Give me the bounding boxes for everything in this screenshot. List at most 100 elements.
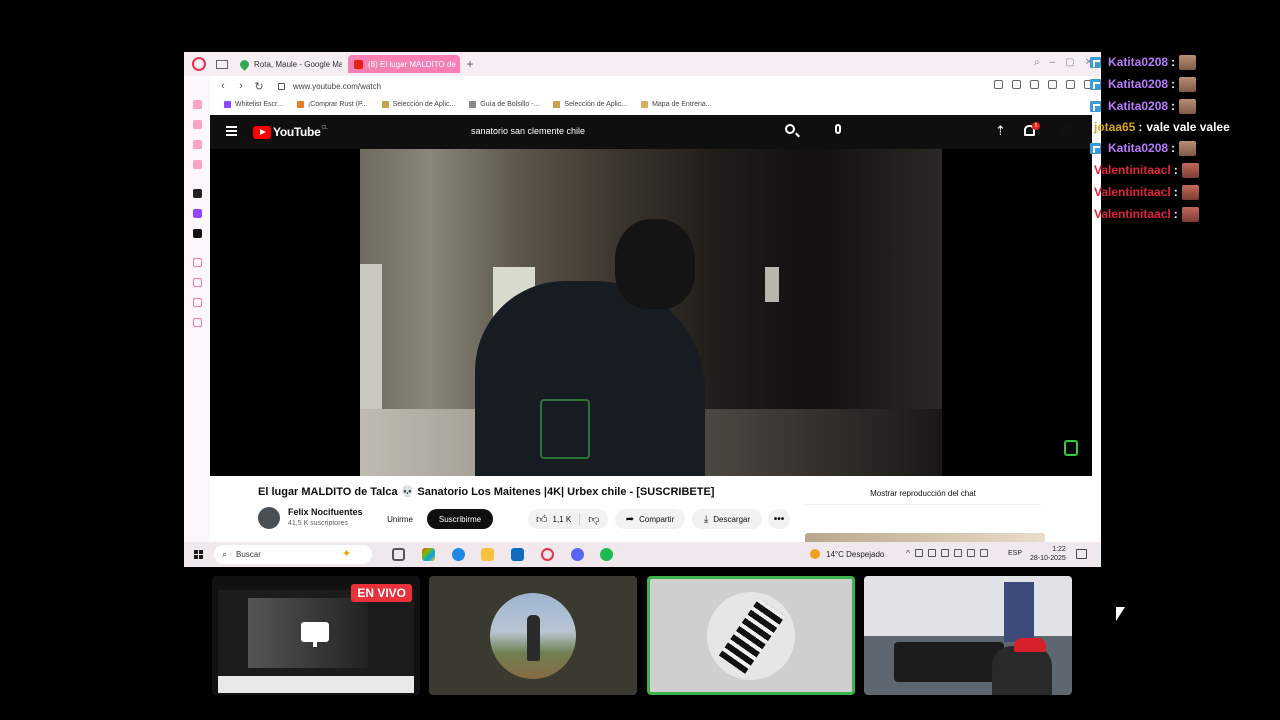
outlook-icon[interactable] <box>511 548 524 561</box>
settings-icon[interactable] <box>193 318 202 327</box>
new-tab-button[interactable]: + <box>464 58 476 70</box>
twitch-icon[interactable] <box>193 209 202 218</box>
windows-start-icon[interactable] <box>194 550 203 559</box>
browser-window: Rota, Maule - Google Ma (8) El lugar MAL… <box>184 52 1101 567</box>
like-count[interactable]: 1,1 K <box>553 515 572 524</box>
lock-icon[interactable] <box>278 82 285 90</box>
edge-icon[interactable] <box>452 548 465 561</box>
video-player[interactable] <box>210 149 1092 476</box>
prime-badge-icon <box>1090 56 1101 68</box>
bag-icon[interactable] <box>193 120 202 129</box>
upload-icon[interactable]: ⇡ <box>995 124 1007 138</box>
red-face-emote-icon <box>1181 162 1199 178</box>
bookmark-item[interactable]: Guía de Bolsillo -... <box>469 100 539 108</box>
scene-card-photo[interactable] <box>429 576 637 695</box>
task-view-icon[interactable] <box>392 548 405 561</box>
video-window <box>765 267 779 302</box>
forward-icon[interactable]: › <box>236 80 246 92</box>
more-actions-button[interactable]: ••• <box>768 509 790 529</box>
snapshot-icon[interactable] <box>1012 80 1021 89</box>
weather-widget[interactable]: 14°C Despejado <box>810 549 884 559</box>
back-icon[interactable]: ‹ <box>218 80 228 92</box>
aria-icon[interactable] <box>193 100 202 109</box>
search-tabs-icon[interactable]: ⌕ <box>1034 57 1040 68</box>
opera-icon[interactable] <box>541 548 554 561</box>
chat-username: Valentinitaacl <box>1094 185 1171 199</box>
share-button[interactable]: ➦ Compartir <box>615 509 685 529</box>
favorites-icon[interactable] <box>1066 80 1075 89</box>
microphone-icon[interactable] <box>927 549 936 557</box>
dislike-icon[interactable]: 👎︎ <box>588 513 599 526</box>
recommended-video-thumbnail[interactable] <box>805 533 1045 542</box>
spotify-icon[interactable] <box>600 548 613 561</box>
volume-icon[interactable] <box>966 549 975 557</box>
reload-icon[interactable]: ↻ <box>254 80 264 93</box>
scene-card-live[interactable]: EN VIVO <box>212 576 420 695</box>
download-icon: ⤓ <box>703 513 709 525</box>
extensions-icon[interactable] <box>1030 80 1039 89</box>
minimize-button[interactable]: – <box>1050 57 1056 68</box>
tab-label: (8) El lugar MALDITO de <box>368 59 456 69</box>
wifi-icon[interactable] <box>979 549 988 557</box>
tab-google-maps[interactable]: Rota, Maule - Google Ma <box>234 55 342 73</box>
tab-youtube[interactable]: (8) El lugar MALDITO de <box>348 55 460 73</box>
bookmark-item[interactable]: Mapa de Entrena... <box>641 100 712 108</box>
discord-icon[interactable] <box>571 548 584 561</box>
chat-username: Katita0208 <box>1108 99 1169 113</box>
share-icon: ➦ <box>625 513 635 525</box>
language-indicator[interactable]: ESP <box>1008 550 1022 557</box>
notification-center-icon[interactable] <box>1076 549 1087 559</box>
player-icon[interactable] <box>193 258 202 267</box>
microphone-icon[interactable] <box>835 124 841 134</box>
channel-name[interactable]: Felix Nocifuentes <box>288 507 363 517</box>
bookmark-item[interactable]: Whitelist Escr... <box>224 100 283 108</box>
bookmark-icon[interactable] <box>994 80 1003 89</box>
whatsapp-icon[interactable] <box>193 160 202 169</box>
show-chat-replay-button[interactable]: Mostrar reproducción del chat <box>805 483 1041 505</box>
messenger-icon[interactable] <box>193 140 202 149</box>
maximize-button[interactable]: ▢ <box>1065 57 1074 68</box>
subscribe-button[interactable]: Suscribirme <box>427 509 493 529</box>
red-face-emote-icon <box>1181 206 1199 222</box>
player-icon[interactable] <box>1048 80 1057 89</box>
bookmark-item[interactable]: ¡Comprar Rust (P... <box>296 100 368 108</box>
download-button[interactable]: ⤓ Descargar <box>692 509 762 529</box>
chevron-up-icon[interactable]: ^ <box>906 549 910 558</box>
bookmark-item[interactable]: Selección de Aplic... <box>381 100 455 108</box>
history-icon[interactable] <box>193 278 202 287</box>
like-icon[interactable]: 👍︎ <box>536 513 548 526</box>
scene-card-webcam[interactable] <box>864 576 1072 695</box>
copilot-icon[interactable] <box>422 548 435 561</box>
youtube-icon <box>354 59 363 69</box>
tray-app-icon[interactable] <box>914 549 923 557</box>
url-field[interactable]: www.youtube.com/watch <box>293 82 381 91</box>
bookmark-item[interactable]: Selección de Aplic... <box>553 100 627 108</box>
scene-card-selected[interactable] <box>647 576 855 695</box>
notification-count-badge: 5 <box>1032 122 1040 130</box>
file-explorer-icon[interactable] <box>481 548 494 561</box>
battery-icon[interactable] <box>953 549 962 557</box>
clock[interactable]: 1:22 28-10-2025 <box>1030 545 1066 563</box>
steam-icon[interactable] <box>193 189 202 198</box>
opera-logo-icon[interactable] <box>192 57 206 71</box>
x-icon[interactable] <box>193 229 202 238</box>
video-frame[interactable] <box>360 149 942 476</box>
windows-taskbar: ⌕ Buscar ✦ 14°C Despejado ^ ESP 1:22 28-… <box>184 542 1101 567</box>
clock-time: 1:22 <box>1052 546 1066 553</box>
network-icon[interactable] <box>940 549 949 557</box>
taskbar-search[interactable]: ⌕ Buscar ✦ <box>214 545 372 564</box>
overlay-badge-icon <box>1064 440 1078 456</box>
channel-avatar[interactable] <box>258 507 280 529</box>
search-input[interactable]: sanatorio san clemente chile <box>461 120 781 144</box>
workspaces-icon[interactable] <box>216 59 228 69</box>
youtube-logo[interactable]: YouTube CL <box>253 125 328 139</box>
prime-badge-icon <box>1090 142 1101 154</box>
extensions-icon[interactable] <box>193 298 202 307</box>
search-button[interactable] <box>785 124 799 138</box>
join-button[interactable]: Unirme <box>378 509 422 529</box>
chat-username: Katita0208 <box>1108 77 1169 91</box>
account-avatar[interactable] <box>1058 125 1072 139</box>
hamburger-menu-icon[interactable] <box>226 126 237 136</box>
chat-message: Katita0208 : <box>1090 96 1197 116</box>
sun-icon <box>810 549 820 559</box>
